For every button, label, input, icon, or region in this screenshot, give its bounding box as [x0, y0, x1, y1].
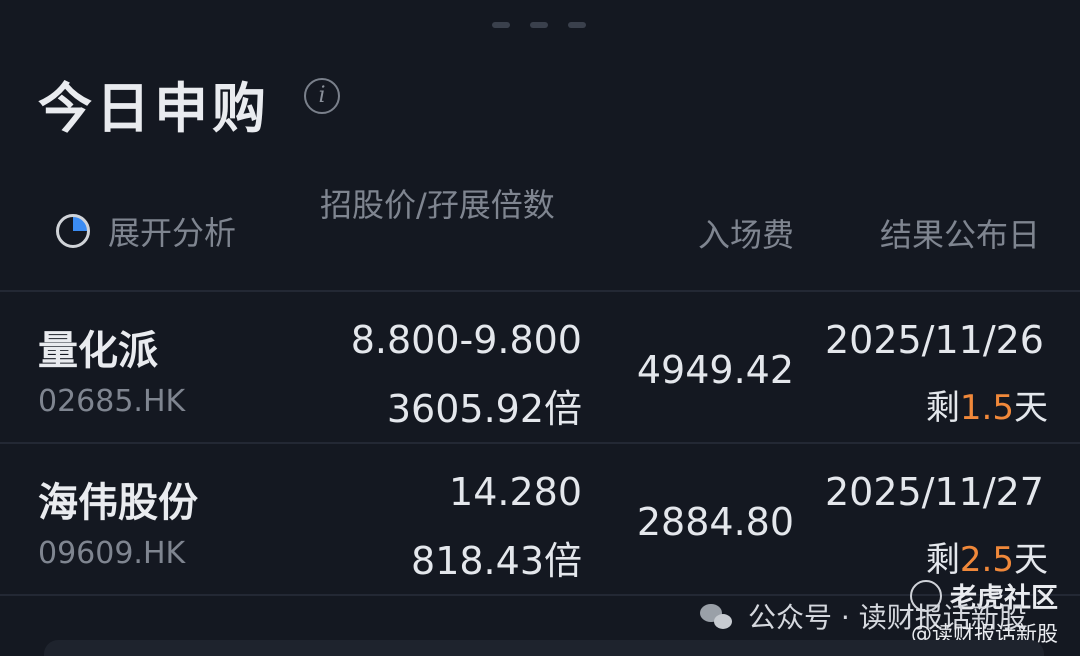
- remaining-prefix: 剩: [925, 540, 960, 580]
- entry-fee: 2884.80: [636, 500, 794, 544]
- info-icon[interactable]: i: [304, 78, 340, 114]
- column-header-date: 结果公布日: [879, 216, 1040, 254]
- column-header-fee: 入场费: [697, 216, 794, 254]
- margin-multiple: 818.43倍: [411, 539, 582, 583]
- expand-analysis-label: 展开分析: [108, 214, 237, 252]
- page-title: 今日申购: [38, 77, 270, 140]
- stock-name: 海伟股份: [38, 480, 198, 526]
- stock-code: 02685.HK: [38, 384, 186, 419]
- remaining-prefix: 剩: [925, 388, 960, 428]
- expand-analysis-button[interactable]: 展开分析: [56, 208, 236, 254]
- bottom-panel-edge: [44, 640, 1044, 656]
- stock-code: 09609.HK: [38, 536, 186, 571]
- wechat-icon: [700, 602, 734, 630]
- days-remaining: 剩1.5天: [926, 380, 1048, 429]
- drag-handle[interactable]: [492, 22, 586, 28]
- table-row[interactable]: 量化派 02685.HK 8.800-9.800 3605.92倍 4949.4…: [0, 292, 1080, 442]
- result-date: 2025/11/26: [824, 318, 1044, 362]
- table-row[interactable]: 海伟股份 09609.HK 14.280 818.43倍 2884.80 202…: [0, 444, 1080, 594]
- result-date: 2025/11/27: [824, 470, 1044, 514]
- column-header-price: 招股价/孖展倍数: [320, 186, 555, 224]
- days-remaining: 剩2.5天: [926, 532, 1048, 581]
- remaining-days-value: 1.5: [959, 388, 1014, 428]
- remaining-suffix: 天: [1014, 540, 1048, 580]
- entry-fee: 4949.42: [636, 348, 794, 392]
- offer-price: 14.280: [449, 470, 582, 514]
- remaining-suffix: 天: [1014, 388, 1048, 428]
- offer-price: 8.800-9.800: [350, 318, 582, 362]
- pie-chart-icon: [56, 214, 90, 248]
- stock-name: 量化派: [38, 328, 158, 374]
- remaining-days-value: 2.5: [959, 540, 1014, 580]
- margin-multiple: 3605.92倍: [386, 387, 582, 431]
